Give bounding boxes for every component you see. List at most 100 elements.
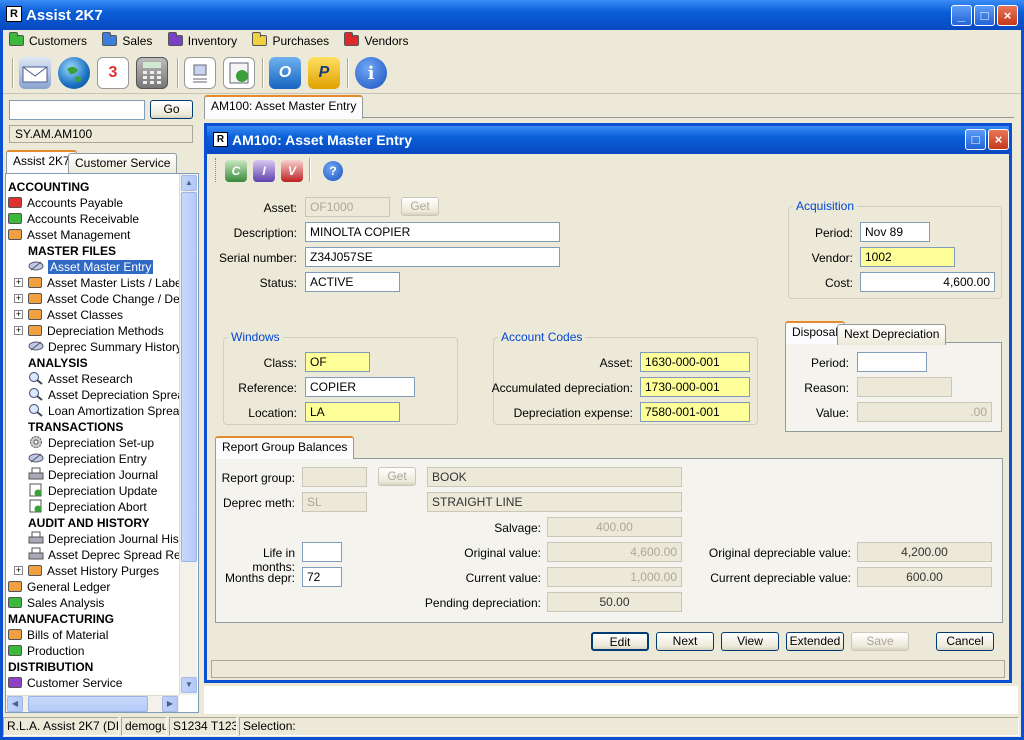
tree-item[interactable]: Accounts Receivable <box>8 211 139 227</box>
expand-icon[interactable]: + <box>14 294 23 303</box>
cost-input[interactable]: 4,600.00 <box>860 272 995 292</box>
life-months-input[interactable] <box>302 542 342 562</box>
calendar-icon[interactable]: 3 <box>97 57 129 89</box>
tree-item[interactable]: + Asset Classes <box>14 307 123 323</box>
menu-sales[interactable]: Sales <box>96 30 158 51</box>
menu-vendors[interactable]: Vendors <box>338 30 414 51</box>
publisher-icon[interactable]: P <box>308 57 340 89</box>
tree-item[interactable]: Customer Service <box>8 675 122 691</box>
tree-item[interactable]: + Asset Master Lists / Labels <box>14 275 181 291</box>
toolbar-separator <box>347 58 349 88</box>
tab-assist-2k7[interactable]: Assist 2K7 <box>6 150 77 173</box>
tree-item[interactable]: Asset Depreciation Spread <box>28 387 181 403</box>
asset-input[interactable]: OF1000 <box>305 197 390 217</box>
tree-item[interactable]: Asset Deprec Spread Repo <box>28 547 181 563</box>
help-icon[interactable]: ? <box>323 161 343 181</box>
description-input[interactable]: MINOLTA COPIER <box>305 222 560 242</box>
serial-number-input[interactable]: Z34J057SE <box>305 247 560 267</box>
tree-item[interactable]: Loan Amortization Spread <box>28 403 181 419</box>
tab-customer-service[interactable]: Customer Service <box>68 153 178 174</box>
expand-icon[interactable]: + <box>14 566 23 575</box>
tree-vscrollbar[interactable]: ▲ ▼ <box>179 174 197 695</box>
mail-icon[interactable] <box>19 57 51 89</box>
copy-icon[interactable]: C <box>225 160 247 182</box>
tree-hscrollbar[interactable]: ◀ ▶ <box>6 695 179 712</box>
report-icon[interactable] <box>223 57 255 89</box>
form-maximize-button[interactable]: □ <box>965 129 986 150</box>
months-depr-input[interactable]: 72 <box>302 567 342 587</box>
original-value-input[interactable]: 4,600.00 <box>547 542 682 562</box>
get-asset-button[interactable]: Get <box>401 197 439 216</box>
status-input[interactable]: ACTIVE <box>305 272 400 292</box>
next-button[interactable]: Next <box>656 632 714 651</box>
tree-item[interactable]: Accounts Payable <box>8 195 123 211</box>
disp-value-input[interactable]: .00 <box>857 402 992 422</box>
tree-item[interactable]: + Asset History Purges <box>14 563 159 579</box>
view-button[interactable]: View <box>721 632 779 651</box>
tab-report-group-balances[interactable]: Report Group Balances <box>215 436 355 459</box>
expand-icon[interactable]: + <box>14 310 23 319</box>
reason-input[interactable] <box>857 377 952 397</box>
maximize-button[interactable]: □ <box>974 5 995 26</box>
class-input[interactable]: OF <box>305 352 370 372</box>
hscroll-thumb[interactable] <box>28 696 148 712</box>
tree-item[interactable]: Depreciation Journal Histor <box>28 531 181 547</box>
menu-customers[interactable]: Customers <box>3 30 93 51</box>
tab-next-depreciation[interactable]: Next Depreciation <box>837 324 947 345</box>
tree-item[interactable]: Sales Analysis <box>8 595 104 611</box>
tree-item[interactable]: + Depreciation Methods <box>14 323 164 339</box>
accum-depreciation-input[interactable]: 1730-000-001 <box>640 377 750 397</box>
tree-item[interactable]: Production <box>8 643 84 659</box>
search-input[interactable] <box>9 100 145 120</box>
vendor-input[interactable]: 1002 <box>860 247 955 267</box>
scroll-left-button[interactable]: ◀ <box>7 696 23 712</box>
acct-asset-input[interactable]: 1630-000-001 <box>640 352 750 372</box>
extended-button[interactable]: Extended <box>786 632 844 651</box>
edit-button[interactable]: Edit <box>591 632 649 651</box>
scroll-thumb[interactable] <box>181 192 197 562</box>
close-button[interactable]: × <box>997 5 1018 26</box>
salvage-input[interactable]: 400.00 <box>547 517 682 537</box>
acq-period-input[interactable]: Nov 89 <box>860 222 930 242</box>
scroll-up-button[interactable]: ▲ <box>181 175 197 191</box>
tree-item[interactable]: Bills of Material <box>8 627 108 643</box>
get-report-group-button[interactable]: Get <box>378 467 416 486</box>
outlook-icon[interactable]: O <box>269 57 301 89</box>
scroll-down-button[interactable]: ▼ <box>181 677 197 693</box>
tree-item[interactable]: Depreciation Abort <box>28 499 147 515</box>
reference-input[interactable]: COPIER <box>305 377 415 397</box>
info-icon[interactable]: i <box>355 57 387 89</box>
go-button[interactable]: Go <box>150 100 193 119</box>
expand-icon[interactable]: + <box>14 278 23 287</box>
expand-icon[interactable]: + <box>14 326 23 335</box>
tree-item[interactable]: Depreciation Entry <box>28 451 147 467</box>
form-close-button[interactable]: × <box>988 129 1009 150</box>
calculator-icon[interactable] <box>136 57 168 89</box>
tree-item[interactable]: Asset Research <box>28 371 133 387</box>
tree-item[interactable]: Depreciation Journal <box>28 467 158 483</box>
view-icon[interactable]: V <box>281 160 303 182</box>
inquiry-icon[interactable]: I <box>253 160 275 182</box>
menu-purchases[interactable]: Purchases <box>246 30 335 51</box>
tree-item[interactable]: General Ledger <box>8 579 110 595</box>
tab-am100[interactable]: AM100: Asset Master Entry <box>204 95 364 119</box>
current-value-input[interactable]: 1,000.00 <box>547 567 682 587</box>
disp-period-input[interactable] <box>857 352 927 372</box>
location-input[interactable]: LA <box>305 402 400 422</box>
tree-item[interactable]: Asset Management <box>8 227 130 243</box>
deprec-meth-input[interactable]: SL <box>302 492 367 512</box>
save-button[interactable]: Save <box>851 632 909 651</box>
tree-item[interactable]: Deprec Summary History Er <box>28 339 181 355</box>
minimize-button[interactable]: _ <box>951 5 972 26</box>
tree-item[interactable]: Depreciation Set-up <box>28 435 154 451</box>
tree-item[interactable]: + Asset Code Change / Delet <box>14 291 181 307</box>
menu-inventory[interactable]: Inventory <box>162 30 243 51</box>
cancel-button[interactable]: Cancel <box>936 632 994 651</box>
address-card-icon[interactable] <box>184 57 216 89</box>
tree-item[interactable]: Depreciation Update <box>28 483 157 499</box>
tree-item[interactable]: Asset Master Entry <box>28 259 154 275</box>
globe-icon[interactable] <box>58 57 90 89</box>
depreciation-expense-input[interactable]: 7580-001-001 <box>640 402 750 422</box>
scroll-right-button[interactable]: ▶ <box>162 696 178 712</box>
report-group-input[interactable] <box>302 467 367 487</box>
